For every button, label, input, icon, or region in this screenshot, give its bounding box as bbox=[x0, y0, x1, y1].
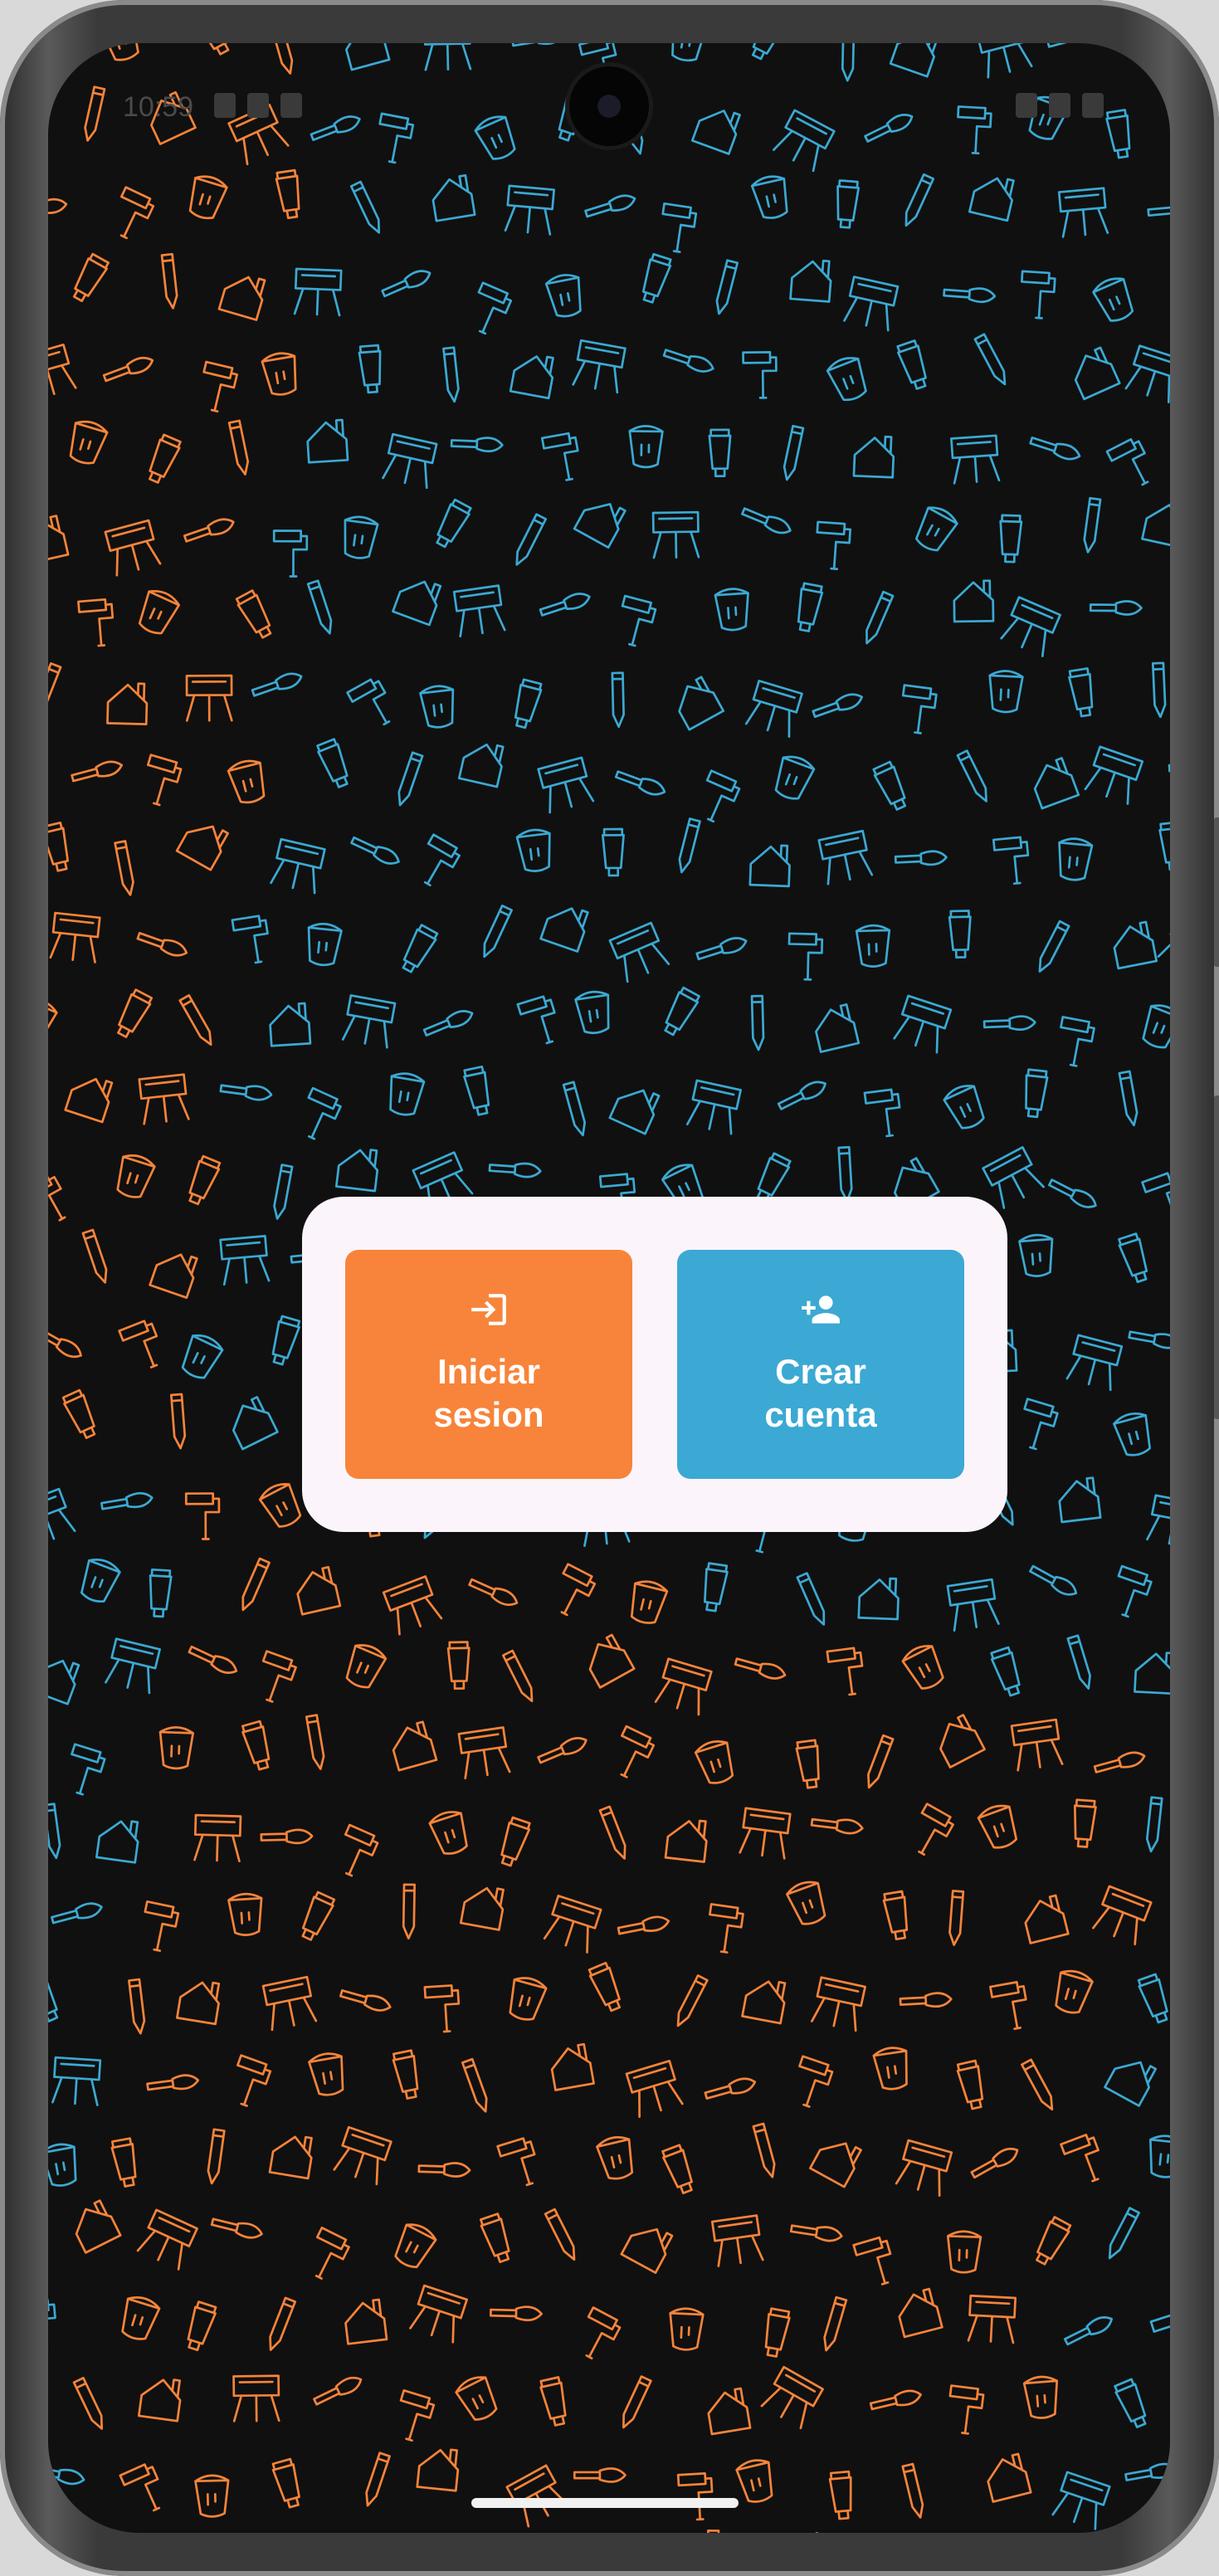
status-time: 10:59 bbox=[123, 91, 194, 123]
login-button[interactable]: Iniciar sesion bbox=[345, 1250, 632, 1479]
image-icon bbox=[280, 93, 302, 118]
sim-icon bbox=[247, 93, 269, 118]
system-icons bbox=[1016, 93, 1104, 118]
auth-card: Iniciar sesion Crear cuenta bbox=[302, 1197, 1007, 1532]
front-camera bbox=[569, 66, 649, 146]
register-button[interactable]: Crear cuenta bbox=[677, 1250, 964, 1479]
notification-icons bbox=[214, 93, 302, 118]
phone-frame: 10:59 Iniciar sesion Crear cuenta bbox=[0, 0, 1219, 2576]
wifi-icon bbox=[1016, 93, 1037, 118]
screen: 10:59 Iniciar sesion Crear cuenta bbox=[48, 43, 1170, 2533]
battery-icon bbox=[1082, 93, 1104, 118]
login-icon bbox=[471, 1294, 506, 1325]
volume-button bbox=[1214, 817, 1219, 967]
home-indicator[interactable] bbox=[471, 2498, 739, 2508]
signal-icon bbox=[1049, 93, 1070, 118]
register-button-label: Crear cuenta bbox=[764, 1352, 877, 1434]
shield-icon bbox=[214, 93, 236, 118]
power-button bbox=[1214, 1095, 1219, 1419]
login-button-label: Iniciar sesion bbox=[433, 1352, 544, 1434]
person-add-icon bbox=[802, 1295, 840, 1324]
